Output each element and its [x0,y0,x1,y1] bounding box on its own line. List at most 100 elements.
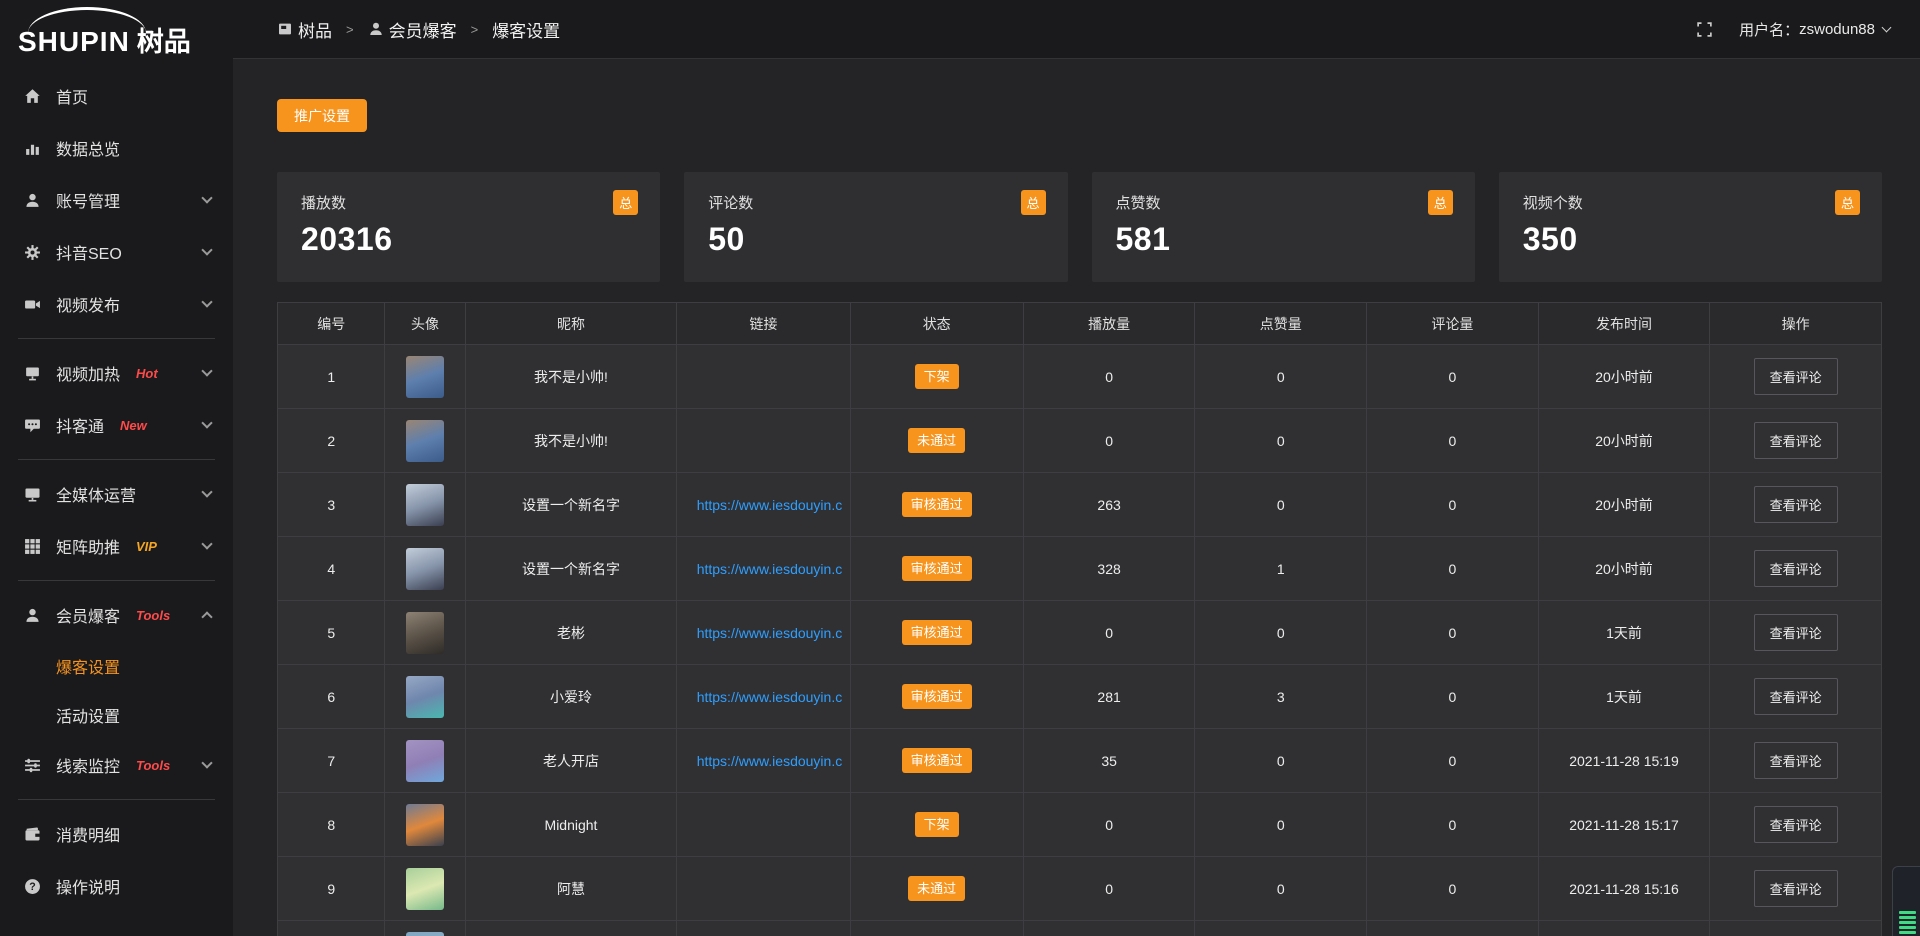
topbar: 树品 > 会员爆客 > 爆客设置 用户名： zswodun88 [233,0,1920,59]
sidebar-item-label: 操作说明 [56,874,120,898]
view-comments-button[interactable]: 查看评论 [1754,678,1838,715]
sidebar-item-12[interactable]: 会员爆客Tools [0,589,233,641]
cell-time: 20小时前 [1538,473,1710,537]
view-comments-button[interactable]: 查看评论 [1754,742,1838,779]
cell-likes: 1 [1195,537,1367,601]
cell-action [1710,921,1882,936]
sidebar-item-7[interactable]: 抖客通New [0,399,233,451]
column-header: 状态 [850,303,1023,345]
chevron-down-icon [201,365,212,376]
video-link[interactable]: https://www.iesdouyin.c [697,689,843,705]
sidebar-item-0[interactable]: 首页 [0,70,233,122]
promo-settings-button[interactable]: 推广设置 [277,99,367,132]
breadcrumb-item-member[interactable]: 会员爆客 [389,17,457,42]
cell-avatar [385,537,465,601]
stat-card-plays: 播放数 20316 总 [277,172,660,282]
sidebar-item-6[interactable]: 视频加热Hot [0,347,233,399]
cell-time [1538,921,1710,936]
chevron-down-icon [201,757,212,768]
cell-comments: 0 [1367,729,1539,793]
view-comments-button[interactable]: 查看评论 [1754,550,1838,587]
fullscreen-icon[interactable] [1696,21,1713,38]
cell-action: 查看评论 [1710,537,1882,601]
table-row: 1我不是小帅!下架00020小时前查看评论 [278,345,1882,409]
cell-likes [1195,921,1367,936]
sidebar-item-13[interactable]: 线索监控Tools [0,739,233,791]
sidebar-item-1[interactable]: 数据总览 [0,122,233,174]
cell-time: 1天前 [1538,665,1710,729]
cell-id: 1 [278,345,385,409]
user-menu[interactable]: 用户名： zswodun88 [1739,19,1890,40]
cell-time: 20小时前 [1538,409,1710,473]
video-link[interactable]: https://www.iesdouyin.c [697,753,843,769]
view-comments-button[interactable]: 查看评论 [1754,422,1838,459]
column-header: 发布时间 [1538,303,1710,345]
wallet-icon [24,826,41,843]
cell-id: 3 [278,473,385,537]
menu-badge: Tools [136,758,170,773]
cell-action: 查看评论 [1710,665,1882,729]
avatar [406,420,444,462]
cell-time: 2021-11-28 15:17 [1538,793,1710,857]
sidebar-item-3[interactable]: 抖音SEO [0,226,233,278]
status-badge: 未通过 [908,428,965,453]
view-comments-button[interactable]: 查看评论 [1754,806,1838,843]
stat-label: 评论数 [708,192,1043,213]
total-badge: 总 [1835,190,1860,215]
home-icon [24,88,41,105]
sidebar-item-9[interactable]: 全媒体运营 [0,468,233,520]
view-comments-button[interactable]: 查看评论 [1754,614,1838,651]
cell-action: 查看评论 [1710,793,1882,857]
breadcrumb-separator: > [346,22,354,37]
view-comments-button[interactable]: 查看评论 [1754,358,1838,395]
view-comments-button[interactable]: 查看评论 [1754,486,1838,523]
view-comments-button[interactable]: 查看评论 [1754,870,1838,907]
cell-status: 审核通过 [850,601,1023,665]
sidebar-item-label: 消费明细 [56,822,120,846]
video-link[interactable]: https://www.iesdouyin.c [697,497,843,513]
sidebar-item-label: 全媒体运营 [56,482,136,506]
cell-status: 审核通过 [850,665,1023,729]
stat-card-comments: 评论数 50 总 [684,172,1067,282]
breadcrumb-item-home[interactable]: 树品 [298,17,332,42]
video-link[interactable]: https://www.iesdouyin.c [697,561,843,577]
table-row: 4设置一个新名字https://www.iesdouyin.c审核通过32810… [278,537,1882,601]
side-float-widget[interactable] [1892,866,1920,936]
cell-likes: 0 [1195,857,1367,921]
stat-value: 581 [1116,221,1451,258]
cell-comments: 0 [1367,857,1539,921]
sidebar-item-2[interactable]: 账号管理 [0,174,233,226]
sidebar-item-15[interactable]: 消费明细 [0,808,233,860]
sidebar-item-16[interactable]: ?操作说明 [0,860,233,912]
avatar [406,740,444,782]
stat-cards: 播放数 20316 总 评论数 50 总 点赞数 581 总 视频个数 350 [277,172,1882,282]
cell-link: https://www.iesdouyin.c [677,537,850,601]
gear-icon [24,244,41,261]
total-badge: 总 [1428,190,1453,215]
sidebar-subitem[interactable]: 活动设置 [0,690,233,739]
chevron-up-icon [201,611,212,622]
video-link[interactable]: https://www.iesdouyin.c [697,625,843,641]
avatar [406,548,444,590]
chart-icon [24,140,41,157]
chevron-down-icon [201,417,212,428]
sidebar-item-label: 数据总览 [56,136,120,160]
cell-id: 9 [278,857,385,921]
table-row: 8Midnight下架0002021-11-28 15:17查看评论 [278,793,1882,857]
breadcrumb-item-current: 爆客设置 [492,17,560,42]
status-badge: 下架 [915,364,959,389]
cell-id: 7 [278,729,385,793]
cell-id: 6 [278,665,385,729]
cell-status: 下架 [850,345,1023,409]
app-logo: SHUPIN 树品 [0,0,233,62]
status-badge: 审核通过 [902,492,972,517]
cell-id [278,921,385,936]
cell-action: 查看评论 [1710,473,1882,537]
stat-label: 点赞数 [1116,192,1451,213]
avatar [406,932,444,936]
sidebar-subitem[interactable]: 爆客设置 [0,641,233,690]
sidebar-item-4[interactable]: 视频发布 [0,278,233,330]
sidebar-item-10[interactable]: 矩阵助推VIP [0,520,233,572]
status-badge: 下架 [915,812,959,837]
grid-icon [24,538,41,555]
